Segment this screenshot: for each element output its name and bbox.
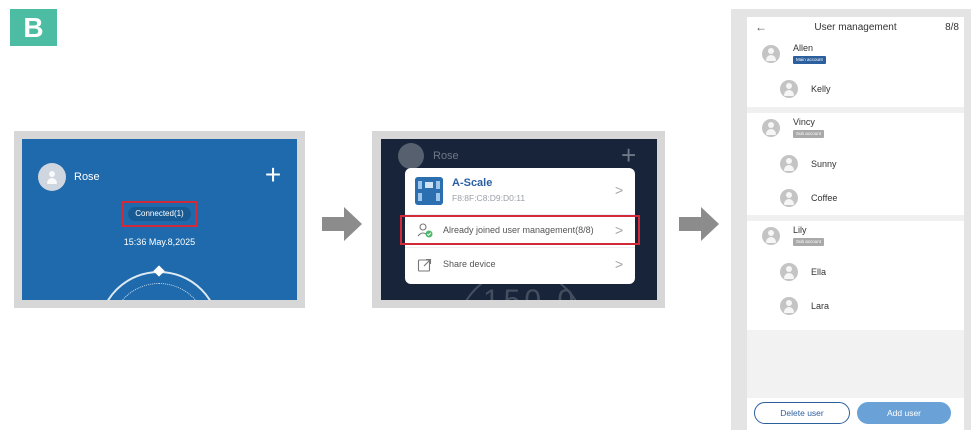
avatar — [762, 227, 780, 245]
user-count: 8/8 — [945, 22, 959, 33]
chevron-right-icon: > — [615, 256, 624, 272]
device-mac: F8:8F:C8:D9:D0:11 — [452, 193, 526, 203]
account-badge: Sub account — [793, 238, 825, 246]
share-icon — [417, 258, 432, 272]
avatar — [780, 155, 798, 173]
page-title: User management — [814, 22, 897, 33]
footer: Delete user Add user — [747, 398, 964, 430]
arrow-right-icon — [679, 207, 719, 241]
account-badge: Sub account — [793, 130, 825, 138]
avatar — [780, 263, 798, 281]
user-name: Lara — [811, 301, 830, 311]
panel-user-management: ← User management 8/8 Allen Main account… — [731, 9, 971, 430]
home-screen: Rose + Connected(1) 15:36 May.8,2025 — [22, 139, 297, 300]
arrow-right-icon — [322, 207, 362, 241]
account-badge: Main account — [793, 56, 826, 64]
chevron-right-icon[interactable]: > — [615, 182, 623, 198]
device-popup-card: A-Scale F8:8F:C8:D9:D0:11 > Already join… — [400, 168, 640, 284]
user-name: Ella — [811, 267, 827, 277]
user-management-highlight — [400, 215, 640, 245]
panel-device-menu: Rose + 150.0 A-Scale F8:8F:C8:D9:D0:11 > — [372, 131, 665, 308]
user-management-screen: ← User management 8/8 Allen Main account… — [747, 17, 964, 430]
share-device-label: Share device — [443, 259, 496, 269]
user-name: Vincy — [793, 117, 815, 127]
user-name: Coffee — [811, 193, 838, 203]
device-menu-screen: Rose + 150.0 A-Scale F8:8F:C8:D9:D0:11 > — [381, 139, 657, 300]
avatar — [762, 45, 780, 63]
empty-area — [747, 330, 964, 398]
header: ← User management 8/8 — [747, 17, 964, 41]
plus-icon[interactable]: + — [259, 161, 287, 189]
user-name: Kelly — [811, 84, 831, 94]
divider — [405, 247, 635, 248]
group-divider — [747, 215, 964, 221]
avatar — [780, 80, 798, 98]
connection-status-button[interactable]: Connected(1) — [128, 207, 191, 221]
weight-reading: 150.0 — [483, 284, 578, 300]
delete-user-button[interactable]: Delete user — [754, 402, 850, 424]
avatar — [762, 119, 780, 137]
connection-highlight: Connected(1) — [122, 201, 197, 227]
datetime: 15:36 May.8,2025 — [123, 237, 196, 247]
panel-home-screen: Rose + Connected(1) 15:36 May.8,2025 — [14, 131, 305, 308]
user-name: Lily — [793, 225, 807, 235]
user-name: Rose — [74, 171, 100, 183]
user-name: Sunny — [811, 159, 837, 169]
group-divider — [747, 107, 964, 113]
user-name: Allen — [793, 43, 814, 53]
add-user-button[interactable]: Add user — [857, 402, 951, 424]
avatar — [780, 189, 798, 207]
step-label: B — [10, 9, 57, 46]
scale-icon — [415, 177, 443, 205]
user-name: Rose — [433, 150, 459, 162]
avatar — [398, 143, 424, 169]
device-name: A-Scale — [452, 177, 493, 189]
avatar[interactable] — [38, 163, 66, 191]
avatar — [780, 297, 798, 315]
plus-icon: + — [621, 140, 637, 170]
